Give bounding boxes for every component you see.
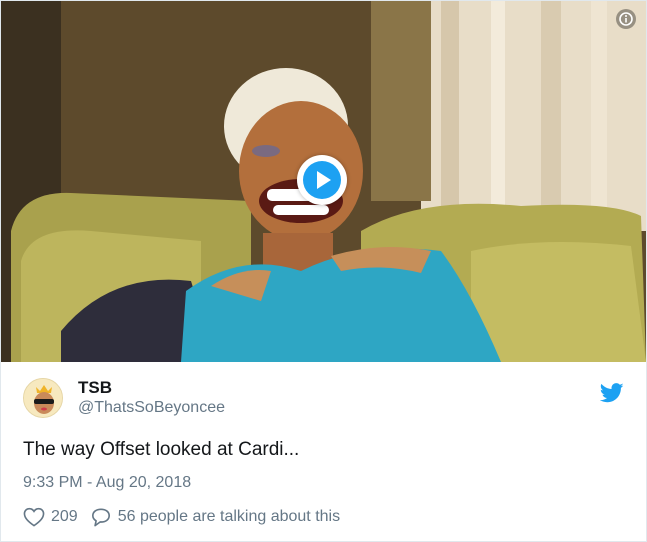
speech-bubble-icon (91, 508, 110, 527)
talking-count-text: 56 people are talking about this (117, 508, 341, 525)
avatar-image (24, 379, 62, 417)
like-button[interactable]: 209 (23, 507, 78, 527)
info-icon (619, 12, 633, 26)
like-count: 209 (51, 508, 78, 525)
author-handle[interactable]: @ThatsSoBeyoncee (78, 398, 225, 418)
tweet-media-video[interactable] (1, 1, 646, 362)
info-button[interactable] (616, 9, 636, 29)
heart-icon (23, 507, 45, 527)
author-names: TSB @ThatsSoBeyoncee (78, 378, 225, 418)
tweet-actions: 209 56 people are talking about this (23, 507, 624, 527)
tweet-timestamp[interactable]: 9:33 PM - Aug 20, 2018 (23, 474, 624, 492)
tweet-text: The way Offset looked at Cardi... (23, 439, 300, 460)
author-display-name[interactable]: TSB (78, 378, 225, 398)
play-button[interactable] (297, 155, 347, 205)
play-icon (303, 161, 341, 199)
tweet-body: TSB @ThatsSoBeyoncee The way Offset look… (1, 362, 646, 527)
embedded-tweet-card: TSB @ThatsSoBeyoncee The way Offset look… (0, 0, 647, 542)
twitter-bird-icon[interactable] (600, 382, 624, 404)
avatar[interactable] (23, 378, 63, 418)
reply-conversation-button[interactable]: 56 people are talking about this (90, 507, 340, 527)
tweet-header: TSB @ThatsSoBeyoncee (23, 378, 624, 418)
